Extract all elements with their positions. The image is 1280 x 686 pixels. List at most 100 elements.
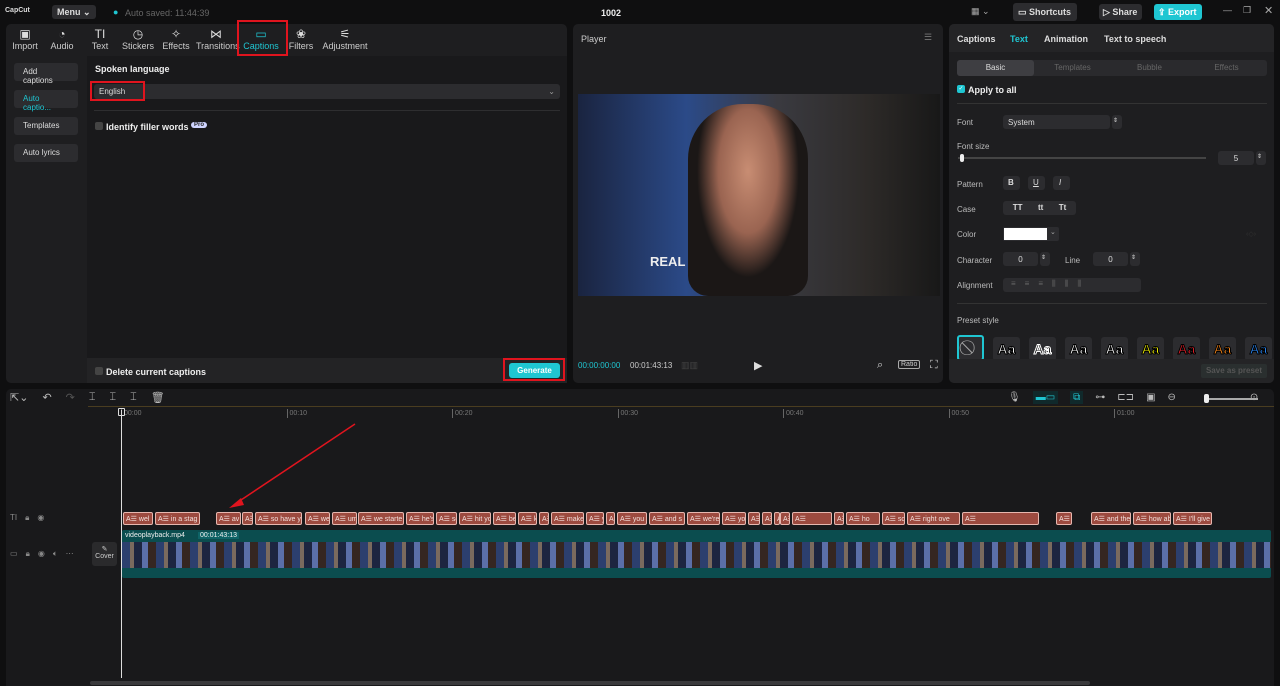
redo-icon[interactable]: ↷	[66, 391, 75, 404]
split-icon[interactable]: ⌶	[89, 391, 96, 404]
split-left-icon[interactable]: ⌶	[109, 391, 116, 404]
more-icon[interactable]: ⋯	[66, 549, 74, 559]
tab-stickers[interactable]: ◷ Stickers	[118, 27, 158, 51]
close-icon[interactable]: ✕	[1264, 4, 1273, 17]
delete-captions-checkbox[interactable]	[95, 367, 103, 375]
linkage-icon[interactable]: ⊶	[1095, 392, 1105, 403]
tab-effects[interactable]: ✧ Effects	[156, 27, 196, 51]
captions-side-item[interactable]: Templates	[14, 117, 78, 135]
italic-button[interactable]: I	[1053, 176, 1070, 190]
caption-clip[interactable]: A☰	[762, 512, 772, 525]
undo-icon[interactable]: ↶	[42, 391, 51, 404]
character-input[interactable]: 0	[1003, 252, 1038, 266]
minimize-icon[interactable]: —	[1223, 5, 1232, 15]
font-select[interactable]: System	[1003, 115, 1110, 129]
zoom-fit-icon[interactable]: ⌕	[877, 359, 883, 372]
preset-style-item[interactable]: Aa	[1173, 337, 1200, 361]
restore-icon[interactable]: ❐	[1243, 5, 1251, 16]
case-title-button[interactable]: Tt	[1059, 203, 1067, 213]
caption-clip[interactable]: A☰ we	[305, 512, 330, 525]
caption-clip[interactable]: A☰ in a stag	[155, 512, 200, 525]
underline-button[interactable]: U	[1028, 176, 1045, 190]
subtab-effects[interactable]: Effects	[1188, 60, 1265, 76]
alignment-group[interactable]: ≡≡≡⫼⫼⫼	[1003, 278, 1141, 292]
caption-clip[interactable]: A☰ I'll give	[1173, 512, 1212, 525]
font-size-input[interactable]: 5	[1218, 151, 1254, 165]
caption-clip[interactable]: A☰ so	[436, 512, 457, 525]
case-upper-button[interactable]: TT	[1013, 203, 1023, 213]
caption-clip[interactable]: A☰ and s	[649, 512, 685, 525]
caption-clip[interactable]: A☰ hit yo	[459, 512, 491, 525]
tab-adjustment[interactable]: ⚟ Adjustment	[321, 27, 369, 51]
caption-clip[interactable]: A☰ he's	[406, 512, 434, 525]
filler-checkbox[interactable]	[95, 122, 103, 130]
timeline-scrollbar[interactable]	[90, 681, 1090, 685]
tab-text[interactable]: TI Text	[80, 27, 120, 51]
microphone-icon[interactable]: 🎙	[1008, 392, 1021, 403]
zoom-slider-handle[interactable]	[1204, 394, 1209, 403]
case-lower-button[interactable]: tt	[1038, 203, 1043, 213]
layout-icon[interactable]: ▦ ⌄	[971, 6, 990, 17]
tab-animation[interactable]: Animation	[1044, 34, 1088, 44]
tab-text-to-speech[interactable]: Text to speech	[1104, 34, 1166, 44]
keyframe-icon[interactable]: ‹◇›	[1246, 230, 1256, 238]
subtab-templates[interactable]: Templates	[1034, 60, 1111, 76]
caption-clip[interactable]: A☰ yo	[722, 512, 746, 525]
caption-clip[interactable]: A☰	[539, 512, 549, 525]
caption-clip[interactable]: A☰ and they w	[1091, 512, 1131, 525]
tab-transitions[interactable]: ⋈ Transitions	[196, 27, 240, 51]
caption-clip[interactable]: A☰	[242, 512, 253, 525]
preset-style-item[interactable]: Aa	[1029, 337, 1056, 361]
caption-clip[interactable]: A☰	[962, 512, 1039, 525]
line-stepper-icon[interactable]: ⇕	[1130, 252, 1140, 266]
caption-clip[interactable]: A☰ um	[332, 512, 357, 525]
split-right-icon[interactable]: ⌶	[130, 391, 137, 404]
caption-clip[interactable]: A☰ ki	[518, 512, 537, 525]
subtab-basic[interactable]: Basic	[957, 60, 1034, 76]
auto-snap-icon[interactable]: ⧉	[1070, 391, 1084, 404]
caption-clip[interactable]: A☰ we starte	[358, 512, 404, 525]
subtab-bubble[interactable]: Bubble	[1111, 60, 1188, 76]
caption-clip[interactable]: A☰ you lo	[780, 512, 790, 525]
tab-audio[interactable]: ◔ Audio	[42, 27, 82, 51]
caption-clip[interactable]: A☰ we wou	[1056, 512, 1072, 525]
fullscreen-icon[interactable]: ⛶	[930, 359, 938, 372]
play-icon[interactable]: ▶	[754, 359, 762, 372]
playhead-handle[interactable]	[118, 408, 125, 416]
delete-icon[interactable]: 🗑	[151, 391, 165, 404]
video-clip[interactable]: videoplayback.mp4 00:01:43:13	[122, 530, 1271, 578]
captions-side-item[interactable]: Auto captio...	[14, 90, 78, 112]
main-track-magnet-icon[interactable]: ▬▭	[1032, 391, 1059, 404]
preset-style-item[interactable]: Aa	[1209, 337, 1236, 361]
preset-none[interactable]: ⃠	[957, 335, 984, 361]
player-menu-icon[interactable]: ☰	[924, 32, 932, 43]
video-preview[interactable]: REAL	[578, 94, 940, 296]
font-size-slider[interactable]	[958, 157, 1206, 159]
caption-clip[interactable]: A☰ be	[493, 512, 516, 525]
eye-icon[interactable]: ◉	[38, 549, 45, 559]
caption-clip[interactable]: A☰	[606, 512, 615, 525]
preset-style-item[interactable]: Aa	[1065, 337, 1092, 361]
ratio-button[interactable]: Ratio	[898, 360, 921, 369]
color-picker[interactable]: ⌄	[1003, 227, 1059, 241]
zoom-out-icon[interactable]: ⊖	[1168, 392, 1176, 403]
zoom-slider[interactable]	[1208, 398, 1258, 400]
shortcuts-button[interactable]: ▭ Shortcuts	[1013, 3, 1077, 21]
tab-import[interactable]: ▣ Import	[5, 27, 45, 51]
caption-clip[interactable]: A☰ so we have	[882, 512, 905, 525]
caption-clip[interactable]: A☰ ho	[846, 512, 880, 525]
preset-style-item[interactable]: Aa	[1137, 337, 1164, 361]
preset-style-item[interactable]: Aa	[1101, 337, 1128, 361]
lock-icon[interactable]: 🔒︎	[25, 513, 29, 523]
captions-side-item[interactable]: Auto lyrics	[14, 144, 78, 162]
language-select[interactable]: English ⌄	[94, 84, 560, 99]
export-button[interactable]: ⇪ Export	[1154, 4, 1202, 20]
save-preset-button[interactable]: Save as preset	[1201, 364, 1267, 378]
bold-button[interactable]: B	[1003, 176, 1020, 190]
menu-button[interactable]: Menu ⌄	[52, 5, 96, 19]
caption-clip[interactable]: A☰ right ove	[907, 512, 960, 525]
tab-text[interactable]: Text	[1010, 34, 1028, 44]
eye-icon[interactable]: ◉	[37, 513, 44, 523]
caption-clip[interactable]: A☰ good s	[834, 512, 844, 525]
lock-icon[interactable]: 🔒︎	[26, 549, 30, 559]
